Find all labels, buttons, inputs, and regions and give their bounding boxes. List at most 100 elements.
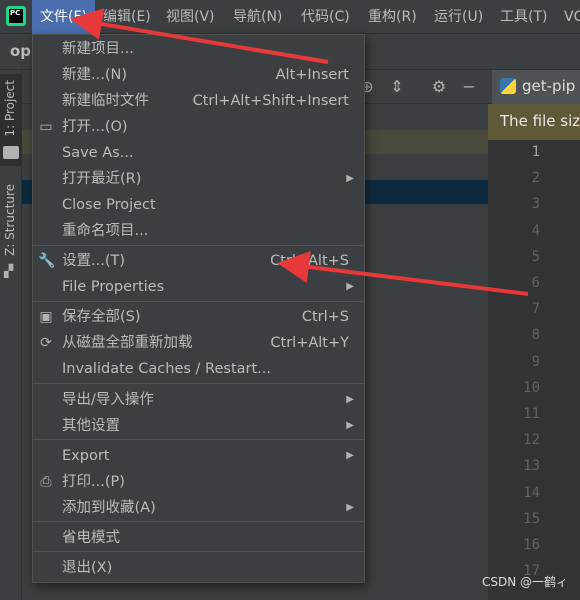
menu-view[interactable]: 视图(V) xyxy=(158,0,223,34)
line-number: 13 xyxy=(523,458,540,475)
menu-item-close-project[interactable]: Close Project xyxy=(33,192,364,218)
menu-item-add-to-favorites[interactable]: 添加到收藏(A) ▶ xyxy=(33,495,364,521)
menu-item-label: 设置...(T) xyxy=(62,253,125,269)
line-number: 9 xyxy=(531,353,540,370)
wrench-icon: 🔧 xyxy=(38,253,56,269)
project-breadcrumb[interactable]: op xyxy=(10,42,31,60)
menu-item-label: 添加到收藏(A) xyxy=(62,500,156,516)
menu-item-shortcut: Ctrl+Alt+Shift+Insert xyxy=(192,93,349,109)
menu-item-label: 省电模式 xyxy=(62,530,120,546)
menu-item-label: 重命名项目... xyxy=(62,223,149,239)
line-number: 3 xyxy=(531,196,540,213)
submenu-arrow-icon: ▶ xyxy=(346,173,354,184)
menu-item-label: Export xyxy=(62,448,110,464)
menu-edit[interactable]: 编辑(E) xyxy=(95,0,159,34)
reload-icon: ⟳ xyxy=(40,335,52,351)
menu-item-label: 从磁盘全部重新加载 xyxy=(62,335,193,351)
project-tool-tab-label: 1: Project xyxy=(3,80,17,137)
menu-item-new[interactable]: 新建...(N) Alt+Insert xyxy=(33,62,364,88)
menu-separator xyxy=(33,301,364,302)
menu-file[interactable]: 文件(F) xyxy=(32,0,95,34)
menu-separator xyxy=(33,245,364,246)
submenu-arrow-icon: ▶ xyxy=(346,502,354,513)
menu-item-file-properties[interactable]: File Properties ▶ xyxy=(33,274,364,300)
line-number: 15 xyxy=(523,510,540,527)
menu-item-invalidate-caches[interactable]: Invalidate Caches / Restart... xyxy=(33,356,364,382)
menu-item-open[interactable]: ▭ 打开...(O) xyxy=(33,114,364,140)
submenu-arrow-icon: ▶ xyxy=(346,420,354,431)
line-number: 12 xyxy=(523,432,540,449)
menu-tools[interactable]: 工具(T) xyxy=(492,0,555,34)
structure-tool-tab-label: Z: Structure xyxy=(3,184,17,256)
menu-item-label: Close Project xyxy=(62,197,156,213)
menu-item-save-as[interactable]: Save As... xyxy=(33,140,364,166)
menu-run[interactable]: 运行(U) xyxy=(426,0,491,34)
folder-icon: ▭ xyxy=(39,119,53,135)
menu-item-label: 新建临时文件 xyxy=(62,93,149,109)
menu-item-label: 打开...(O) xyxy=(62,119,128,135)
menu-item-export[interactable]: Export ▶ xyxy=(33,443,364,469)
menu-navigate[interactable]: 导航(N) xyxy=(225,0,290,34)
menu-separator xyxy=(33,383,364,384)
menu-item-label: File Properties xyxy=(62,279,165,295)
structure-tool-tab[interactable]: Z: Structure xyxy=(0,180,22,260)
menu-item-power-save-mode[interactable]: 省电模式 xyxy=(33,525,364,551)
menu-item-label: 保存全部(S) xyxy=(62,309,141,325)
menu-item-label: Save As... xyxy=(62,145,134,161)
line-number: 5 xyxy=(531,248,540,265)
menu-item-label: 导出/导入操作 xyxy=(62,392,154,408)
menu-item-rename-project[interactable]: 重命名项目... xyxy=(33,218,364,244)
menu-item-shortcut: Ctrl+Alt+S xyxy=(270,253,349,269)
menu-item-label: 退出(X) xyxy=(62,560,113,576)
menu-item-open-recent[interactable]: 打开最近(R) ▶ xyxy=(33,166,364,192)
menu-separator xyxy=(33,521,364,522)
menu-separator xyxy=(33,439,364,440)
file-menu-dropdown: 新建项目... 新建...(N) Alt+Insert 新建临时文件 Ctrl+Alt+… xyxy=(32,34,365,583)
banner-text: The file size xyxy=(500,112,580,130)
menu-item-label: 打开最近(R) xyxy=(62,171,142,187)
menu-item-save-all[interactable]: ▣ 保存全部(S) Ctrl+S xyxy=(33,304,364,330)
submenu-arrow-icon: ▶ xyxy=(346,281,354,292)
menu-refactor[interactable]: 重构(R) xyxy=(360,0,425,34)
menu-item-shortcut: Alt+Insert xyxy=(275,67,349,83)
menu-item-label: Invalidate Caches / Restart... xyxy=(62,361,271,377)
menu-item-settings[interactable]: 🔧 设置...(T) Ctrl+Alt+S xyxy=(33,248,364,274)
save-icon: ▣ xyxy=(39,309,53,325)
menu-item-new-scratch-file[interactable]: 新建临时文件 Ctrl+Alt+Shift+Insert xyxy=(33,88,364,114)
menu-item-other-settings[interactable]: 其他设置 ▶ xyxy=(33,413,364,439)
submenu-arrow-icon: ▶ xyxy=(346,450,354,461)
submenu-arrow-icon: ▶ xyxy=(346,394,354,405)
menu-item-exit[interactable]: 退出(X) xyxy=(33,555,364,581)
line-number: 1 xyxy=(531,144,540,160)
line-number: 14 xyxy=(523,484,540,501)
menu-item-label: 打印...(P) xyxy=(62,474,125,490)
menu-item-reload-all[interactable]: ⟳ 从磁盘全部重新加载 Ctrl+Alt+Y xyxy=(33,330,364,356)
python-file-icon xyxy=(500,78,516,94)
menu-item-print[interactable]: ⎙ 打印...(P) xyxy=(33,469,364,495)
line-number: 2 xyxy=(531,170,540,187)
menu-item-new-project[interactable]: 新建项目... xyxy=(33,36,364,62)
gear-icon[interactable]: ⚙ xyxy=(430,78,448,96)
menu-separator xyxy=(33,551,364,552)
menu-vcs[interactable]: VC xyxy=(556,0,580,34)
menu-item-export-import[interactable]: 导出/导入操作 ▶ xyxy=(33,387,364,413)
pycharm-logo-icon: PC xyxy=(6,6,26,26)
menu-item-label: 新建...(N) xyxy=(62,67,127,83)
watermark: CSDN @一鹤ィ xyxy=(481,575,568,589)
menu-code[interactable]: 代码(C) xyxy=(293,0,358,34)
editor-tab-label: get-pip xyxy=(522,77,576,95)
line-number: 10 xyxy=(523,379,540,396)
line-number: 8 xyxy=(531,327,540,344)
line-number: 7 xyxy=(531,301,540,318)
folder-icon xyxy=(3,146,19,159)
structure-icon: ▞ xyxy=(4,264,14,278)
line-number: 6 xyxy=(531,275,540,291)
line-number: 11 xyxy=(523,406,540,422)
line-number: 4 xyxy=(531,222,540,239)
printer-icon: ⎙ xyxy=(40,474,52,490)
menu-item-label: 新建项目... xyxy=(62,41,134,57)
line-number: 16 xyxy=(523,537,540,553)
menu-item-label: 其他设置 xyxy=(62,418,120,434)
minimize-icon[interactable]: − xyxy=(460,78,478,96)
collapse-all-icon[interactable]: ⇕ xyxy=(388,78,406,96)
